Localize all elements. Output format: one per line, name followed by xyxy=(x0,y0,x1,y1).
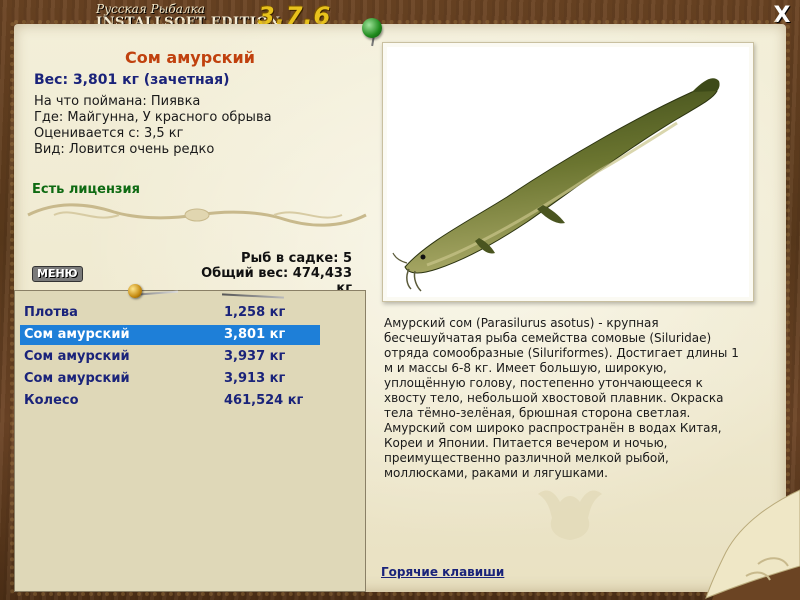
green-pin-icon xyxy=(362,18,382,38)
license-status: Есть лицензия xyxy=(32,182,140,197)
catch-weight: 461,524 кг xyxy=(224,393,304,408)
catch-row[interactable]: Сом амурский 3,937 кг xyxy=(20,347,320,367)
fish-valued: Оценивается с: 3,5 кг xyxy=(34,126,184,141)
logo-title-top: Русская Рыбалка xyxy=(96,2,205,16)
fish-kind: Вид: Ловится очень редко xyxy=(34,142,215,157)
hotkeys-link[interactable]: Горячие клавиши xyxy=(381,565,504,579)
fish-place: Где: Майгунна, У красного обрыва xyxy=(34,110,272,125)
ornament-divider-icon xyxy=(27,203,367,227)
fish-weight: Вес: 3,801 кг (зачетная) xyxy=(34,72,230,88)
catch-row-selected[interactable]: Сом амурский 3,801 кг xyxy=(20,325,320,345)
gold-pin-icon xyxy=(128,284,142,298)
fish-description: Амурский сом (Parasilurus asotus) - круп… xyxy=(384,316,739,480)
fish-photo-frame xyxy=(382,42,754,302)
fish-title: Сом амурский xyxy=(125,48,255,67)
catch-name: Сом амурский xyxy=(24,327,130,342)
catch-name: Сом амурский xyxy=(24,371,130,386)
catch-weight: 3,801 кг xyxy=(224,327,286,342)
catch-name: Колесо xyxy=(24,393,79,408)
fish-photo xyxy=(387,47,749,297)
catch-row[interactable]: Сом амурский 3,913 кг xyxy=(20,369,320,389)
watermark-decoration-icon xyxy=(538,490,602,540)
catch-weight: 3,913 кг xyxy=(224,371,286,386)
page-curl-icon xyxy=(705,489,800,600)
catfish-image-icon xyxy=(392,78,720,292)
catch-row[interactable]: Колесо 461,524 кг xyxy=(20,391,320,411)
menu-button[interactable]: МЕНЮ xyxy=(32,266,83,282)
catch-weight: 1,258 кг xyxy=(224,305,286,320)
catch-row[interactable]: Плотва 1,258 кг xyxy=(20,303,320,323)
fish-bait: На что поймана: Пиявка xyxy=(34,94,201,109)
cage-count: Рыб в садке: 5 xyxy=(240,251,352,266)
catch-weight: 3,937 кг xyxy=(224,349,286,364)
fish-info: На что поймана: Пиявка Где: Майгунна, У … xyxy=(34,94,272,158)
catch-name: Сом амурский xyxy=(24,349,130,364)
catch-name: Плотва xyxy=(24,305,78,320)
